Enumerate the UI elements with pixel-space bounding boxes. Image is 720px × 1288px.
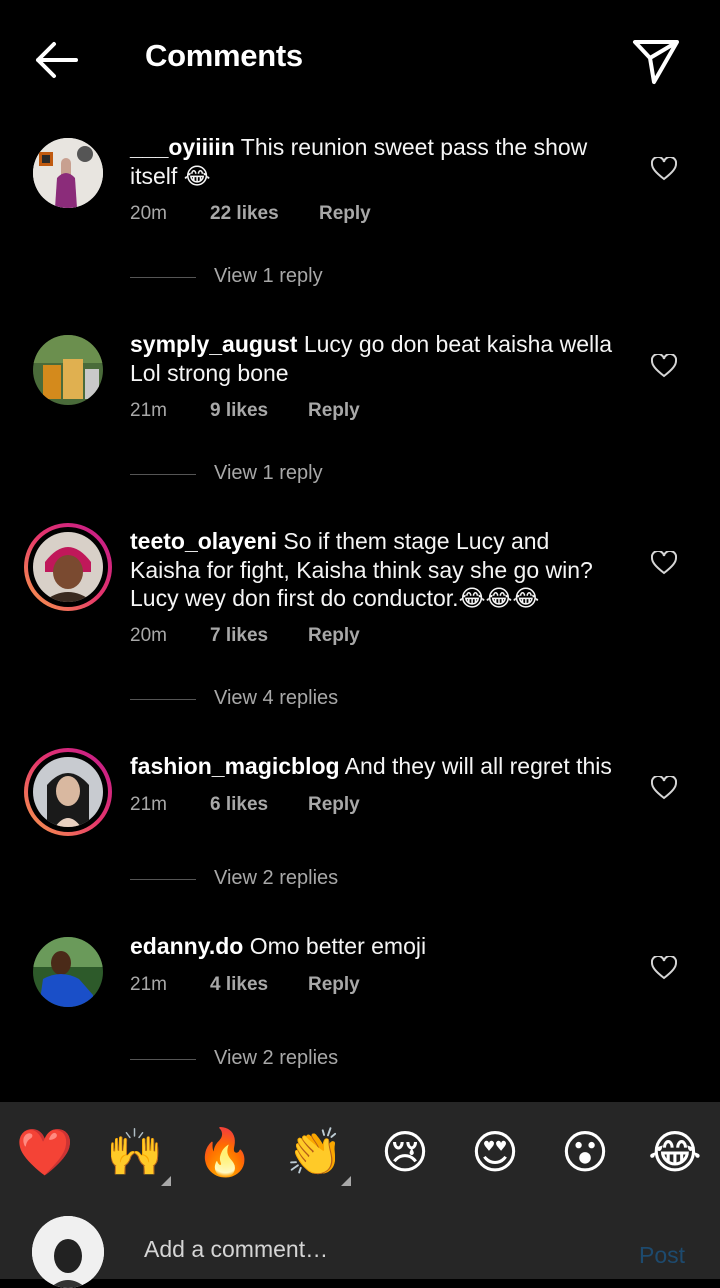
divider-line bbox=[130, 879, 196, 880]
post-button[interactable]: Post bbox=[639, 1242, 685, 1269]
view-replies-label: View 2 replies bbox=[214, 867, 339, 889]
comment-likes[interactable]: 22 likes bbox=[210, 203, 279, 225]
reply-button[interactable]: Reply bbox=[308, 974, 360, 996]
comment-body: And they will all regret this bbox=[339, 753, 612, 779]
heart-icon[interactable] bbox=[650, 155, 678, 181]
avatar-story-ring[interactable] bbox=[24, 523, 112, 611]
emoji-heart-eyes[interactable]: 😍 bbox=[465, 1122, 525, 1182]
comment-text: fashion_magicblog And they will all regr… bbox=[130, 752, 625, 781]
comment-likes[interactable]: 4 likes bbox=[210, 974, 268, 996]
comment-text: teeto_olayeni So if them stage Lucy and … bbox=[130, 527, 625, 613]
comment-username[interactable]: teeto_olayeni bbox=[130, 528, 277, 554]
page-title: Comments bbox=[145, 38, 303, 73]
avatar[interactable] bbox=[33, 937, 103, 1007]
reply-button[interactable]: Reply bbox=[319, 203, 371, 225]
reply-button[interactable]: Reply bbox=[308, 400, 360, 422]
comment-time: 21m bbox=[130, 974, 167, 995]
comment-composer: Post bbox=[0, 1202, 720, 1288]
emoji-surprised[interactable]: 😮 bbox=[555, 1122, 615, 1182]
avatar-story-ring[interactable] bbox=[24, 748, 112, 836]
divider-line bbox=[130, 699, 196, 700]
emoji-clapping[interactable]: 👏 bbox=[285, 1122, 345, 1182]
comment-input[interactable] bbox=[144, 1236, 604, 1263]
view-replies-label: View 4 replies bbox=[214, 687, 339, 709]
emoji-raised-hands[interactable]: 🙌 bbox=[105, 1122, 165, 1182]
avatar bbox=[33, 757, 103, 827]
comment-username[interactable]: fashion_magicblog bbox=[130, 753, 340, 779]
reply-button[interactable]: Reply bbox=[308, 625, 360, 647]
heart-icon[interactable] bbox=[650, 954, 678, 980]
avatar bbox=[32, 1216, 104, 1288]
comment-username[interactable]: edanny.do bbox=[130, 933, 243, 959]
skin-tone-indicator bbox=[161, 1176, 171, 1186]
heart-icon[interactable] bbox=[650, 549, 678, 575]
comment-time: 21m bbox=[130, 794, 167, 815]
divider-line bbox=[130, 1059, 196, 1060]
comment-text: ___oyiiiin This reunion sweet pass the s… bbox=[130, 133, 625, 190]
comment-likes[interactable]: 6 likes bbox=[210, 794, 268, 816]
divider-line bbox=[130, 277, 196, 278]
comment-text: edanny.do Omo better emoji bbox=[130, 932, 625, 961]
header: Comments bbox=[0, 0, 720, 120]
comment-username[interactable]: symply_august bbox=[130, 331, 297, 357]
share-icon[interactable] bbox=[630, 36, 682, 86]
comment-username[interactable]: ___oyiiiin bbox=[130, 134, 235, 160]
emoji-quick-bar: ❤️ 🙌 🔥 👏 😢 😍 😮 😂 bbox=[0, 1102, 720, 1202]
view-replies-label: View 1 reply bbox=[214, 462, 323, 484]
view-replies-label: View 1 reply bbox=[214, 265, 323, 287]
divider-line bbox=[130, 474, 196, 475]
emoji-crying[interactable]: 😢 bbox=[375, 1122, 435, 1182]
comment-likes[interactable]: 9 likes bbox=[210, 400, 268, 422]
avatar[interactable] bbox=[33, 335, 103, 405]
back-arrow-icon[interactable] bbox=[30, 38, 82, 82]
reply-button[interactable]: Reply bbox=[308, 794, 360, 816]
heart-icon[interactable] bbox=[650, 352, 678, 378]
skin-tone-indicator bbox=[341, 1176, 351, 1186]
comment-body: Omo better emoji bbox=[243, 933, 427, 959]
emoji-laughing[interactable]: 😂 bbox=[645, 1122, 705, 1182]
comment-time: 20m bbox=[130, 625, 167, 646]
avatar[interactable] bbox=[33, 138, 103, 208]
comment-time: 20m bbox=[130, 203, 167, 224]
comment-time: 21m bbox=[130, 400, 167, 421]
heart-icon[interactable] bbox=[650, 774, 678, 800]
avatar bbox=[33, 532, 103, 602]
emoji-heart[interactable]: ❤️ bbox=[15, 1122, 75, 1182]
view-replies-label: View 2 replies bbox=[214, 1047, 339, 1069]
comment-likes[interactable]: 7 likes bbox=[210, 625, 268, 647]
comment-text: symply_august Lucy go don beat kaisha we… bbox=[130, 330, 625, 387]
emoji-fire[interactable]: 🔥 bbox=[195, 1122, 255, 1182]
